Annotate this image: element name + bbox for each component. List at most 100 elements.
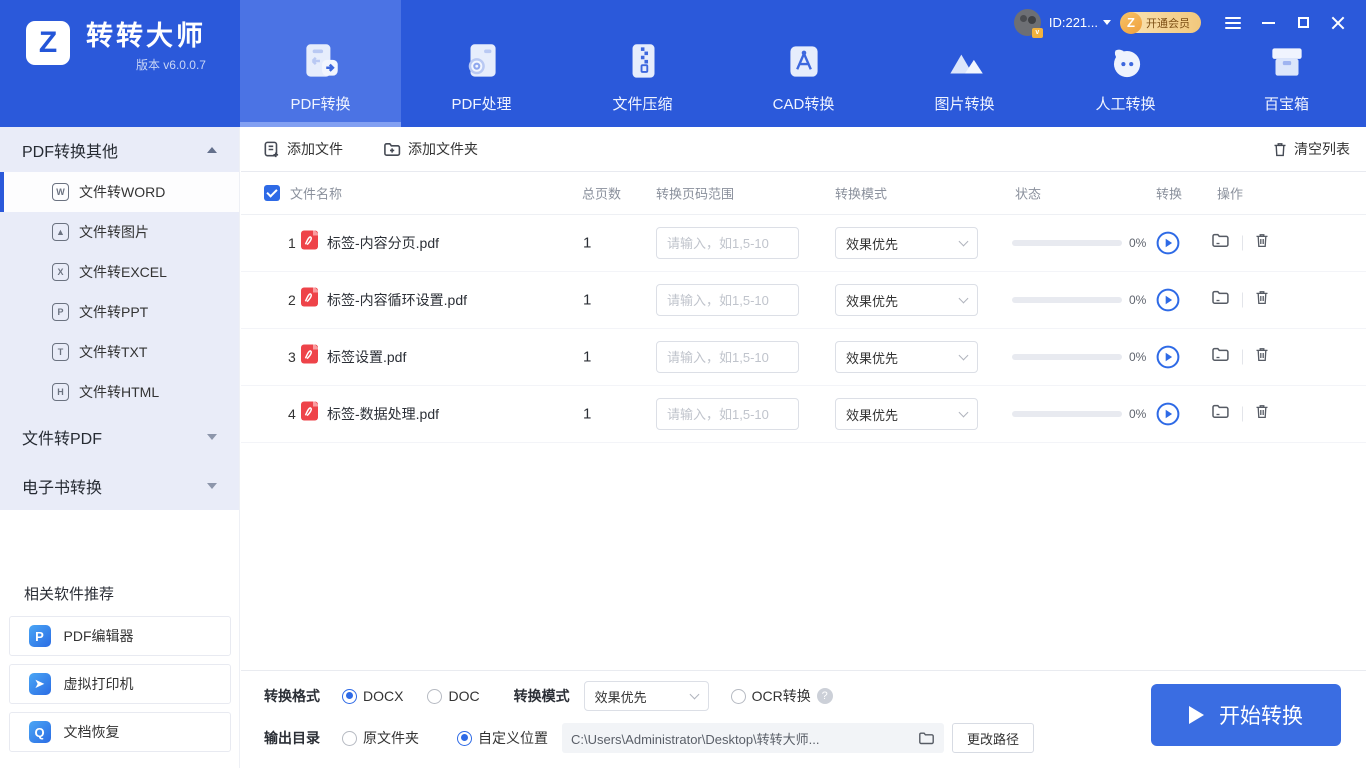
pdf-file-icon [301,401,319,427]
sidebar-section-ebook-convert[interactable]: 电子书转换 [0,461,239,510]
table-header: 文件名称 总页数 转换页码范围 转换模式 状态 转换 操作 [241,172,1366,215]
start-row-convert-button[interactable] [1156,231,1180,255]
sidebar-item-file-to-word[interactable]: W 文件转WORD [0,172,239,212]
delete-row-icon[interactable] [1254,232,1270,254]
output-source-folder-radio[interactable]: 原文件夹 [342,728,419,748]
word-doc-icon: W [52,183,69,201]
start-row-convert-button[interactable] [1156,345,1180,369]
page-range-input[interactable] [656,227,799,259]
action-divider [1242,349,1243,365]
sidebar-item-file-to-excel[interactable]: X 文件转EXCEL [0,252,239,292]
open-folder-icon[interactable] [1211,232,1230,254]
recommend-doc-recovery[interactable]: Q 文档恢复 [8,712,231,752]
collapse-up-icon [207,146,217,153]
tab-pdf-convert[interactable]: PDF转换 [240,0,401,127]
output-path-field[interactable]: C:\Users\Administrator\Desktop\转转大师... [562,723,944,753]
app-window: Z 转转大师 版本 v6.0.0.7 PDF转换 PDF处理 文件压缩 CAD转… [0,0,1366,768]
output-label: 输出目录 [264,730,320,746]
header-page-range: 转换页码范围 [656,186,735,202]
page-range-input[interactable] [656,398,799,430]
tab-cad-convert[interactable]: CAD转换 [723,0,884,127]
sidebar-item-file-to-html[interactable]: H 文件转HTML [0,372,239,412]
format-doc-radio[interactable]: DOC [427,688,480,704]
vip-upgrade-button[interactable]: Z 开通会员 [1120,11,1201,34]
page-range-input[interactable] [656,284,799,316]
chevron-down-icon [958,407,969,417]
header-file-name: 文件名称 [290,186,343,202]
window-controls [1225,15,1346,31]
clear-list-button[interactable]: 清空列表 [1272,139,1350,159]
cad-convert-icon [781,38,827,86]
total-pages: 1 [583,348,592,366]
user-id[interactable]: ID:221... [1049,15,1098,30]
main-panel: 添加文件 添加文件夹 清空列表 文件名称 总页数 转换页码范围 转换模式 状态 … [241,127,1366,670]
app-name: 转转大师 [86,21,206,51]
row-mode-select[interactable]: 效果优先 [835,227,978,259]
folder-icon [919,732,934,744]
chevron-down-icon [958,293,969,303]
sidebar-item-file-to-image[interactable]: ▲ 文件转图片 [0,212,239,252]
file-name: 标签-数据处理.pdf [327,406,440,422]
chevron-down-icon [958,236,969,246]
menu-icon[interactable] [1225,15,1241,31]
table-row: 3 标签设置.pdf 1 效果优先 0% [241,329,1366,386]
table-row: 2 标签-内容循环设置.pdf 1 效果优先 0% [241,272,1366,329]
mode-value: 效果优先 [846,293,899,309]
tab-file-compress[interactable]: 文件压缩 [562,0,723,127]
delete-row-icon[interactable] [1254,346,1270,368]
radio-label: 原文件夹 [363,730,419,746]
add-folder-button[interactable]: 添加文件夹 [383,139,478,159]
ocr-radio[interactable]: OCR转换 [730,686,811,706]
avatar-level-badge: v [1031,28,1043,38]
close-icon[interactable] [1330,15,1346,31]
sidebar-section-file-to-pdf[interactable]: 文件转PDF [0,412,239,461]
row-index: 4 [288,406,296,422]
tab-label: 图片转换 [934,96,995,113]
header-total-pages: 总页数 [582,186,622,202]
user-dropdown-caret-icon[interactable] [1103,20,1111,25]
sidebar-item-label: 文件转HTML [79,384,160,400]
sidebar-item-label: 文件转PPT [79,304,149,320]
change-path-button[interactable]: 更改路径 [952,723,1034,753]
row-mode-select[interactable]: 效果优先 [835,284,978,316]
row-mode-select[interactable]: 效果优先 [835,341,978,373]
format-docx-radio[interactable]: DOCX [342,688,403,704]
page-range-input[interactable] [656,341,799,373]
open-folder-icon[interactable] [1211,289,1230,311]
mode-label: 转换模式 [513,688,570,704]
select-all-checkbox[interactable] [264,185,280,201]
user-avatar[interactable]: v [1013,9,1043,38]
start-convert-button[interactable]: 开始转换 [1151,684,1341,746]
open-folder-icon[interactable] [1211,403,1230,425]
sidebar-section-pdf-convert-other[interactable]: PDF转换其他 [0,127,239,172]
recommend-pdf-editor[interactable]: P PDF编辑器 [8,616,231,656]
tab-label: PDF处理 [451,96,512,113]
sidebar-item-file-to-ppt[interactable]: P 文件转PPT [0,292,239,332]
pdf-process-icon [459,38,505,86]
start-row-convert-button[interactable] [1156,402,1180,426]
pdf-convert-icon [298,38,344,86]
delete-row-icon[interactable] [1254,403,1270,425]
recommend-virtual-printer[interactable]: ➤ 虚拟打印机 [8,664,231,704]
row-index: 1 [288,235,296,251]
tab-pdf-process[interactable]: PDF处理 [401,0,562,127]
open-folder-icon[interactable] [1211,346,1230,368]
footer-mode-select[interactable]: 效果优先 [583,681,709,711]
sidebar-item-file-to-txt[interactable]: T 文件转TXT [0,332,239,372]
radio-selected-icon [342,688,357,704]
start-row-convert-button[interactable] [1156,288,1180,312]
delete-row-icon[interactable] [1254,289,1270,311]
maximize-icon[interactable] [1295,15,1311,31]
sidebar-item-label: 文件转图片 [79,224,149,240]
add-file-button[interactable]: 添加文件 [263,139,343,159]
row-mode-select[interactable]: 效果优先 [835,398,978,430]
action-divider [1242,292,1243,308]
excel-doc-icon: X [52,263,69,281]
minimize-icon[interactable] [1260,15,1276,31]
html-doc-icon: H [52,383,69,401]
help-icon[interactable]: ? [816,688,833,704]
output-custom-radio[interactable]: 自定义位置 [457,728,548,748]
tab-label: 文件压缩 [612,96,673,113]
start-convert-label: 开始转换 [1219,705,1303,728]
section-label: PDF转换其他 [22,143,119,161]
